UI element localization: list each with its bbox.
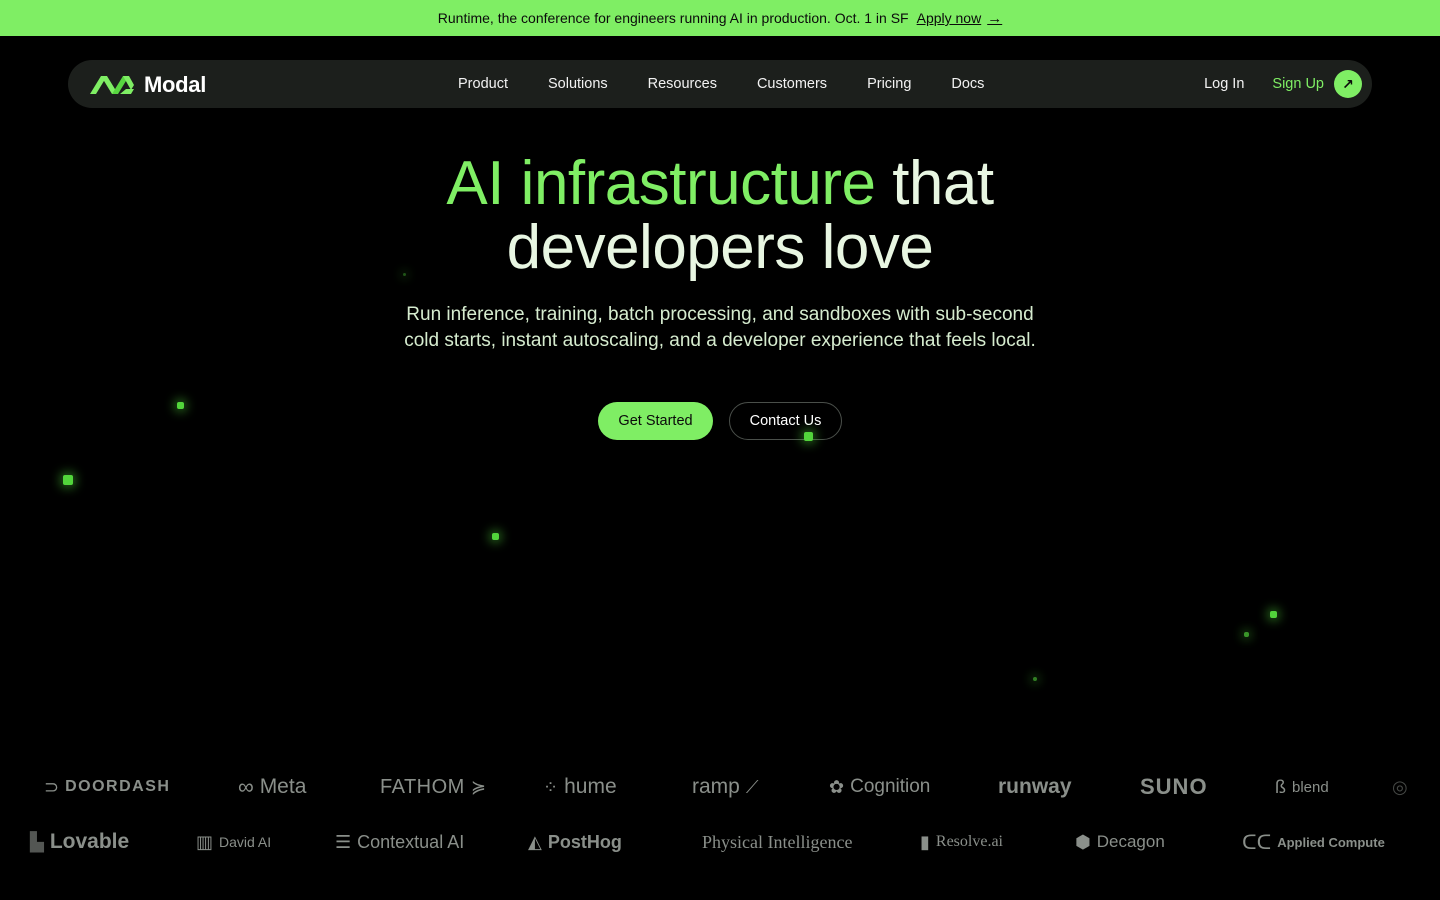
logo-runway: runway (998, 775, 1072, 798)
logo-meta: ∞ Meta (238, 774, 307, 799)
nav-docs[interactable]: Docs (951, 76, 984, 92)
banner-text: Runtime, the conference for engineers ru… (437, 10, 909, 26)
logo-cognition: ✿ Cognition (829, 776, 931, 797)
lovable-icon: ▙ (30, 831, 44, 852)
david-ai-icon: ▥ (196, 831, 214, 852)
logo-lovable: ▙ Lovable (30, 830, 130, 853)
logo-physical-intelligence: Physical Intelligence (702, 831, 853, 852)
hero-subtitle: Run inference, training, batch processin… (404, 304, 1036, 351)
arrow-up-right-icon: ↗ (1334, 70, 1362, 98)
announcement-banner: Runtime, the conference for engineers ru… (0, 0, 1440, 36)
signup-button[interactable]: Sign Up ↗ (1272, 70, 1362, 98)
nav-resources[interactable]: Resources (648, 76, 717, 92)
logo-ramp: ramp ⟋ (692, 775, 759, 798)
customer-logos-row-2: ▙ Lovable ▥ David AI ☰ Contextual AI ◭ P… (0, 827, 1440, 857)
resolve-ai-icon: ▮ (920, 831, 930, 852)
top-navbar: Modal Product Solutions Resources Custom… (68, 60, 1372, 108)
ramp-icon: ⟋ (745, 776, 759, 797)
nav-auth: Log In Sign Up ↗ (1204, 60, 1362, 108)
get-started-button[interactable]: Get Started (598, 402, 713, 440)
glow-particle (177, 402, 184, 409)
nav-product[interactable]: Product (458, 76, 508, 92)
glow-particle (1033, 677, 1037, 681)
partial-logo-icon: ◎ (1392, 776, 1408, 797)
hero-title-rest: that (892, 149, 994, 218)
nav-customers[interactable]: Customers (757, 76, 827, 92)
hero-title: AI infrastructure that developers love (0, 152, 1440, 280)
nav-solutions[interactable]: Solutions (548, 76, 608, 92)
apply-now-label: Apply now (916, 10, 982, 26)
logo-posthog: ◭ PostHog (528, 831, 622, 852)
signup-label: Sign Up (1272, 76, 1324, 92)
hume-dots-icon: ⁘ (543, 776, 559, 797)
logo-blend: ß blend (1275, 776, 1329, 797)
glow-particle (492, 533, 499, 540)
logo-decagon: ⬢ Decagon (1075, 831, 1165, 852)
logo-hume: ⁘ hume (543, 775, 617, 798)
decagon-icon: ⬢ (1075, 831, 1091, 852)
login-link[interactable]: Log In (1204, 76, 1244, 92)
glow-particle (63, 475, 73, 485)
glow-particle (804, 432, 813, 441)
logo-resolve-ai: ▮ Resolve.ai (920, 831, 1003, 852)
arrow-right-icon: → (987, 9, 1003, 27)
logo-contextual-ai: ☰ Contextual AI (335, 831, 465, 852)
cognition-icon: ✿ (829, 776, 845, 797)
modal-logo-icon (90, 76, 134, 94)
logo-david-ai: ▥ David AI (196, 831, 272, 852)
blend-icon: ß (1275, 776, 1286, 797)
logo-fathom: FATHOM ≽ (380, 775, 486, 798)
applied-compute-icon: ᑕᑕ (1242, 831, 1272, 854)
glow-particle (1270, 611, 1277, 618)
contextual-ai-icon: ☰ (335, 831, 352, 852)
logo-partial: ◎ (1392, 772, 1408, 802)
nav-links: Product Solutions Resources Customers Pr… (458, 60, 984, 108)
meta-infinity-icon: ∞ (238, 774, 254, 799)
fathom-icon: ≽ (470, 776, 486, 797)
glow-particle (1244, 632, 1249, 637)
doordash-icon: ⊃ (44, 776, 60, 797)
logo-suno: SUNO (1140, 774, 1208, 799)
hero-title-line-2: developers love (506, 213, 934, 282)
posthog-icon: ◭ (528, 831, 542, 852)
contact-us-button[interactable]: Contact Us (729, 402, 842, 440)
logo-doordash: ⊃ DOORDASH (44, 776, 171, 797)
glow-particle (403, 273, 406, 276)
apply-now-link[interactable]: Apply now → (917, 10, 1003, 27)
nav-pricing[interactable]: Pricing (867, 76, 911, 92)
logo-applied-compute: ᑕᑕ Applied Compute (1242, 831, 1385, 854)
modal-home-link[interactable]: Modal (90, 72, 206, 98)
customer-logos-row-1: ⊃ DOORDASH ∞ Meta FATHOM ≽ ⁘ hume ramp ⟋… (0, 772, 1440, 802)
brand-name: Modal (144, 72, 207, 97)
hero-title-accent: AI infrastructure (446, 149, 876, 218)
